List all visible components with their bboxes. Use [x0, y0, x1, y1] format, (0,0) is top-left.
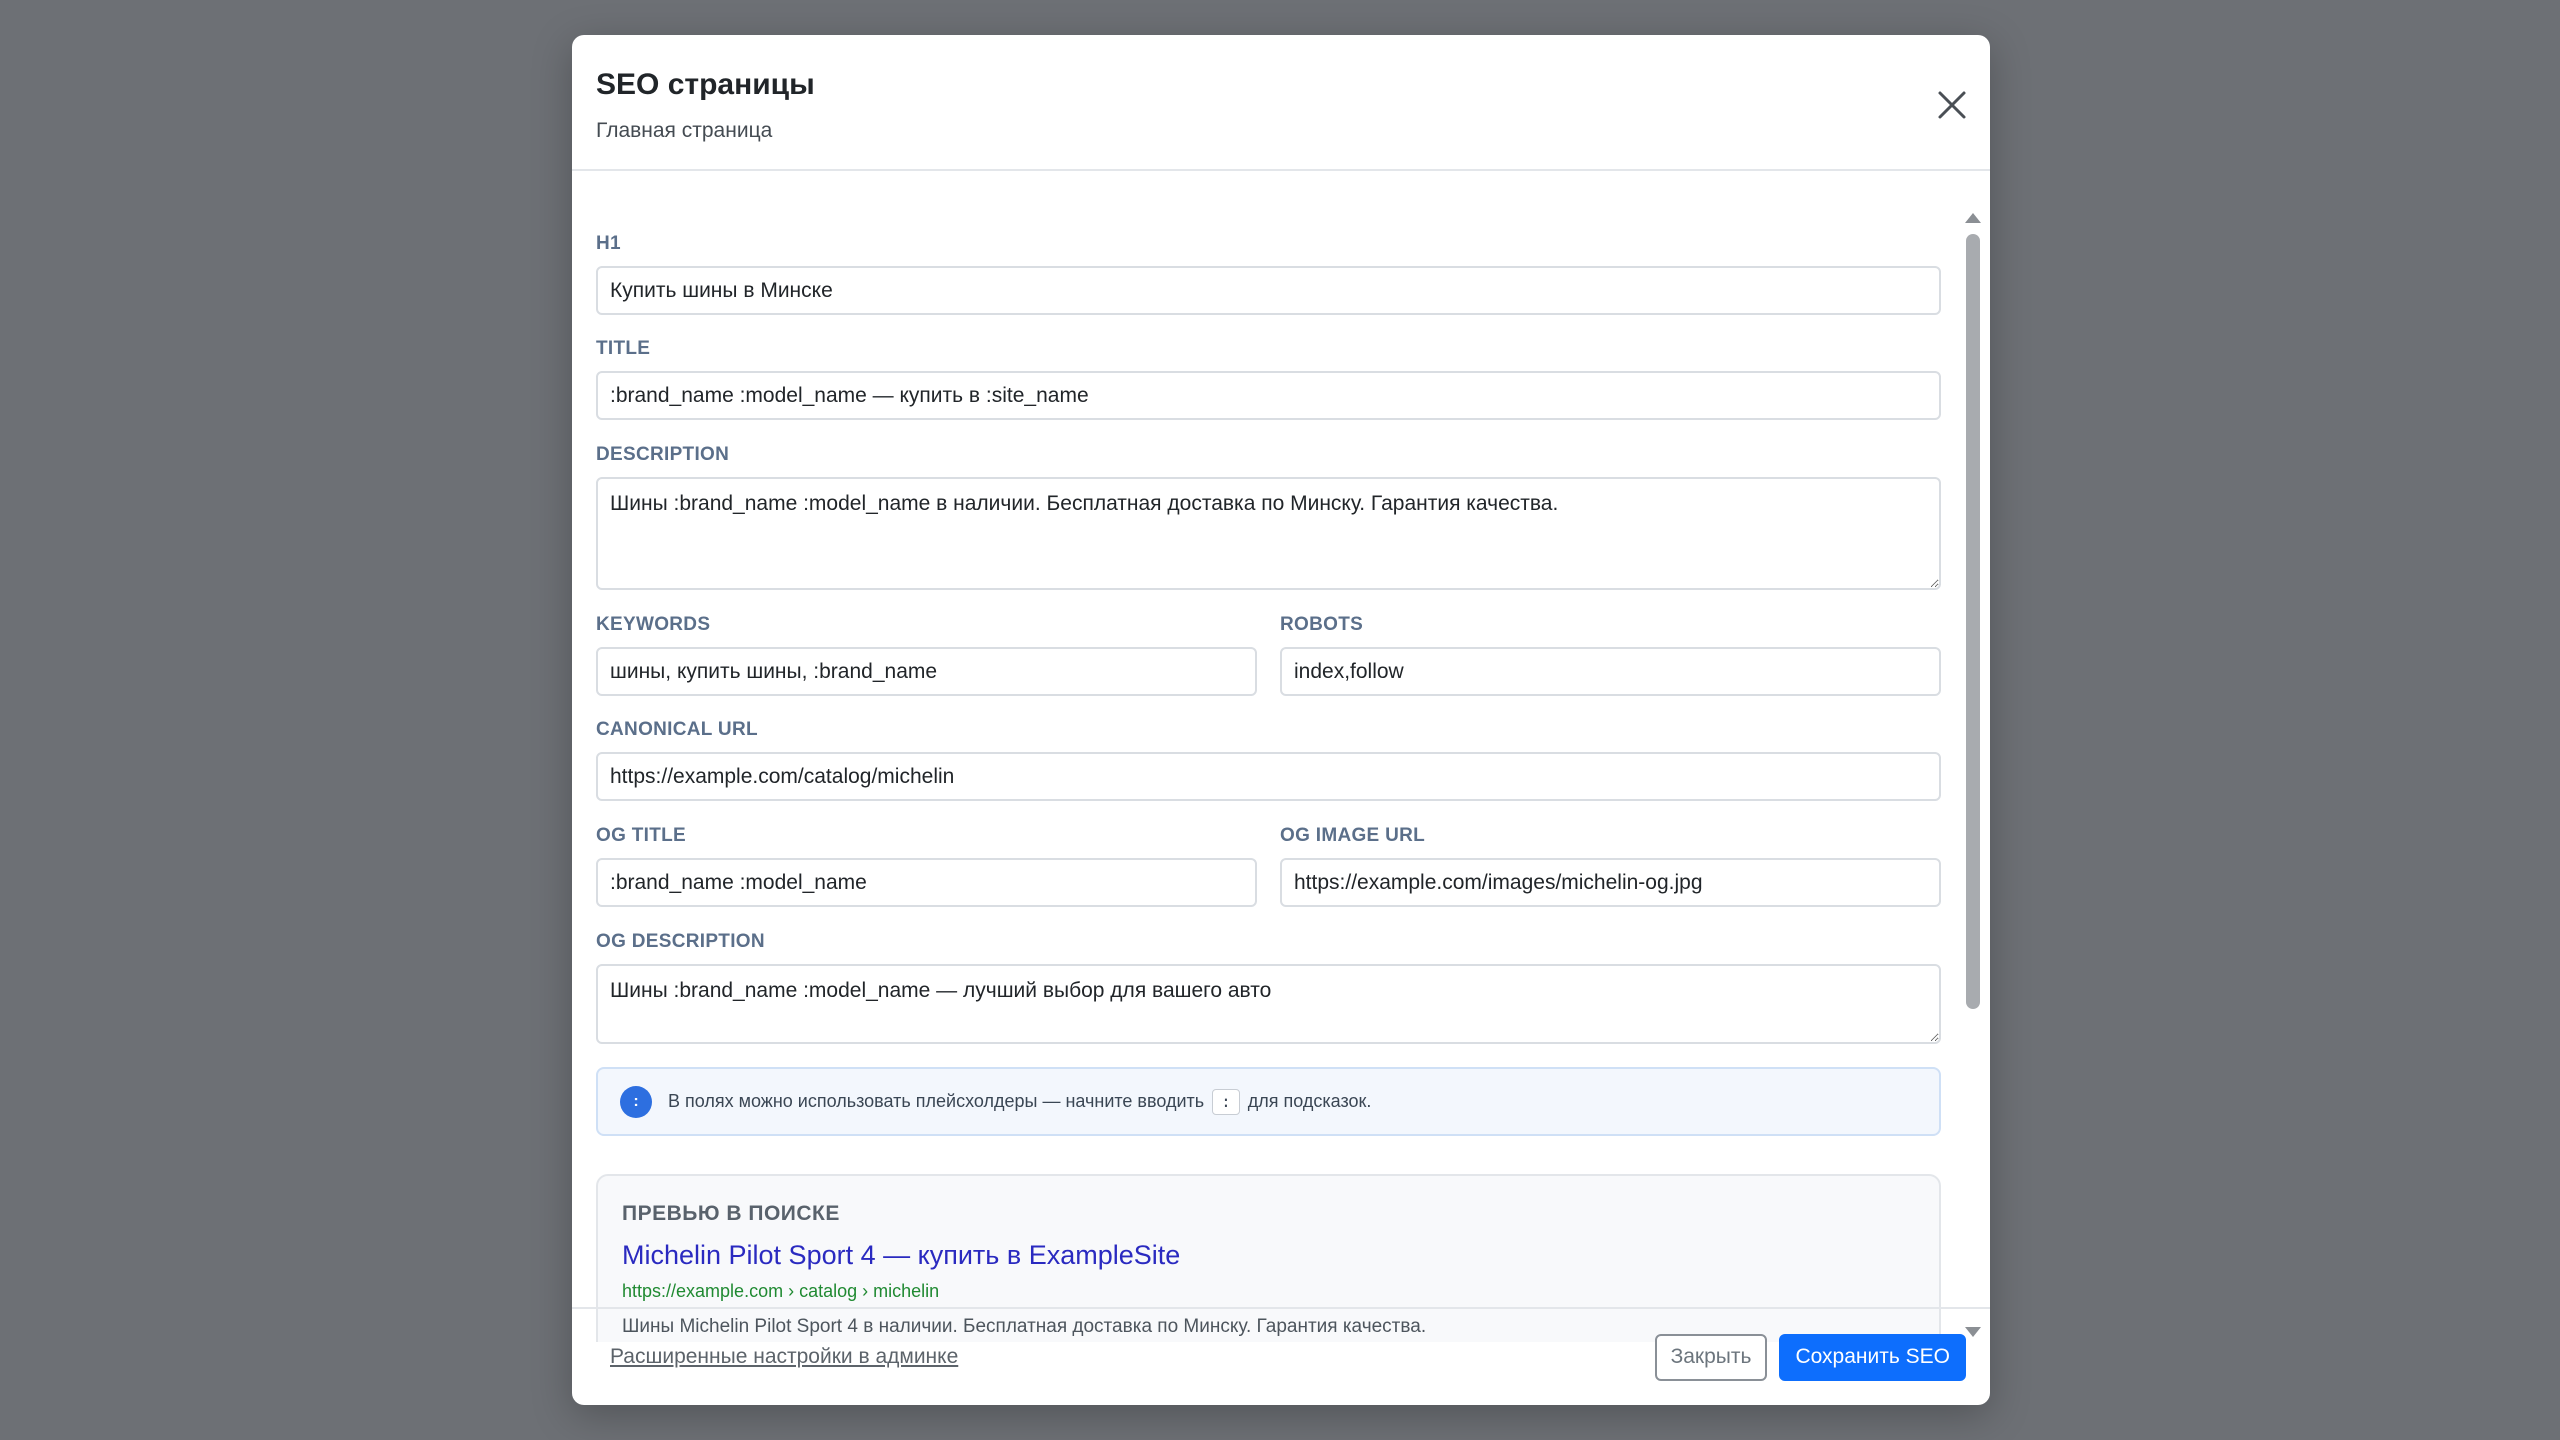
keywords-input[interactable]	[596, 647, 1257, 696]
hint-text-before: В полях можно использовать плейсхолдеры …	[668, 1091, 1205, 1111]
canonical-field: CANONICAL URL	[596, 718, 1941, 801]
title-input[interactable]	[596, 371, 1941, 420]
close-icon	[1938, 91, 1966, 119]
description-textarea[interactable]: Шины :brand_name :model_name в наличии. …	[596, 477, 1941, 590]
preview-title-link[interactable]: Michelin Pilot Sport 4 — купить в Exampl…	[622, 1240, 1915, 1271]
og-image-input[interactable]	[1280, 858, 1941, 907]
robots-field: ROBOTS	[1280, 613, 1941, 696]
scroll-up-icon[interactable]	[1965, 213, 1981, 223]
og-description-textarea[interactable]: Шины :brand_name :model_name — лучший вы…	[596, 964, 1941, 1044]
preview-heading: ПРЕВЬЮ В ПОИСКЕ	[622, 1202, 840, 1225]
og-title-label: OG TITLE	[596, 825, 687, 846]
modal-subtitle: Главная страница	[596, 119, 773, 142]
robots-label: ROBOTS	[1280, 614, 1364, 635]
modal-body: H1 TITLE DESCRIPTION Шины :brand_name :m…	[572, 172, 1968, 1342]
description-field: DESCRIPTION Шины :brand_name :model_name…	[596, 443, 1941, 590]
robots-input[interactable]	[1280, 647, 1941, 696]
scrollbar[interactable]	[1962, 210, 1984, 1340]
title-field: TITLE	[596, 337, 1941, 420]
og-description-field: OG DESCRIPTION Шины :brand_name :model_n…	[596, 930, 1941, 1044]
hint-text-after: для подсказок.	[1247, 1091, 1372, 1111]
canonical-input[interactable]	[596, 752, 1941, 801]
close-button[interactable]	[1932, 85, 1972, 125]
title-label: TITLE	[596, 338, 651, 359]
h1-input[interactable]	[596, 266, 1941, 315]
h1-field: H1	[596, 232, 1941, 315]
keywords-field: KEYWORDS	[596, 613, 1257, 696]
keywords-label: KEYWORDS	[596, 614, 711, 635]
placeholder-hint: : В полях можно использовать плейсхолдер…	[596, 1067, 1941, 1136]
hint-key: :	[1212, 1088, 1240, 1115]
advanced-settings-link[interactable]: Расширенные настройки в админке	[610, 1345, 958, 1369]
modal-title: SEO страницы	[596, 68, 815, 101]
preview-url: https://example.com › catalog › michelin	[622, 1281, 940, 1301]
og-title-input[interactable]	[596, 858, 1257, 907]
h1-label: H1	[596, 233, 621, 254]
save-seo-button[interactable]: Сохранить SEO	[1779, 1333, 1966, 1381]
description-label: DESCRIPTION	[596, 444, 730, 465]
og-title-field: OG TITLE	[596, 824, 1257, 907]
canonical-label: CANONICAL URL	[596, 719, 758, 740]
scroll-thumb[interactable]	[1966, 234, 1980, 1009]
og-description-label: OG DESCRIPTION	[596, 931, 765, 952]
seo-modal: SEO страницы Главная страница H1 TITLE D…	[572, 35, 1990, 1405]
og-image-label: OG IMAGE URL	[1280, 825, 1426, 846]
modal-header: SEO страницы Главная страница	[572, 35, 1990, 171]
modal-footer: Расширенные настройки в админке Закрыть …	[572, 1307, 1990, 1405]
og-image-field: OG IMAGE URL	[1280, 824, 1941, 907]
info-icon: :	[620, 1085, 652, 1118]
close-modal-button[interactable]: Закрыть	[1654, 1333, 1768, 1381]
